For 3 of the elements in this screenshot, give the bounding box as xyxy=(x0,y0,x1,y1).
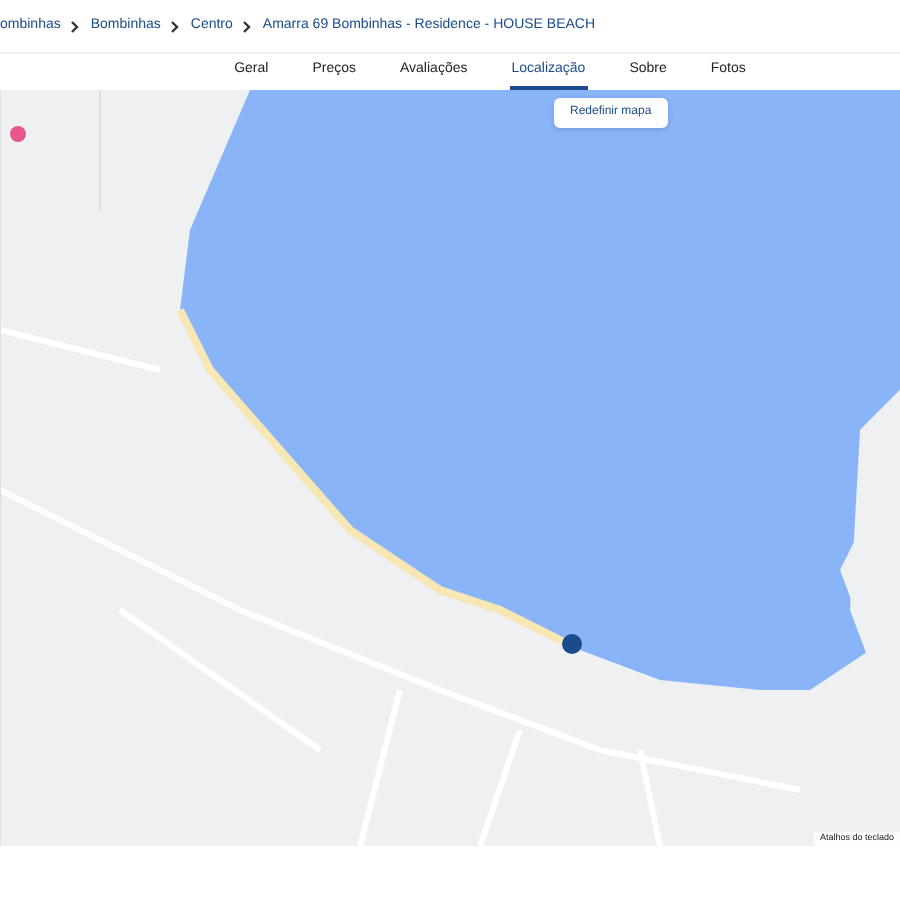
chevron-icon xyxy=(70,19,81,33)
chevron-icon xyxy=(242,19,253,33)
chevron-icon xyxy=(170,19,181,33)
